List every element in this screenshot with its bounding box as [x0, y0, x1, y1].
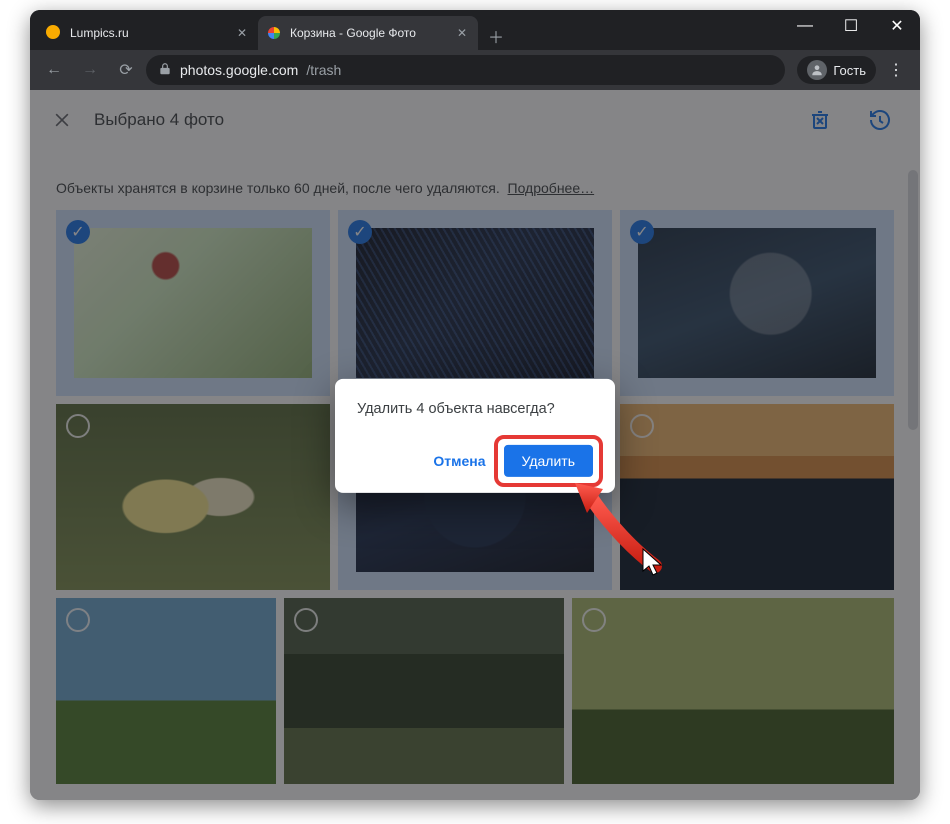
tab-label: Lumpics.ru [70, 26, 226, 40]
titlebar: Lumpics.ru ✕ Корзина - Google Фото ✕ [30, 10, 920, 50]
tab-close-icon[interactable]: ✕ [454, 25, 470, 41]
cancel-button[interactable]: Отмена [429, 445, 489, 477]
nav-forward-button[interactable]: → [74, 54, 106, 86]
address-bar: ← → ⟳ photos.google.com/trash Гость ⋮ [30, 50, 920, 90]
window-maximize-button[interactable]: ☐ [828, 10, 874, 42]
nav-back-button[interactable]: ← [38, 54, 70, 86]
url-path: /trash [306, 62, 341, 78]
tab-label: Корзина - Google Фото [290, 26, 446, 40]
annotation-arrow [565, 471, 685, 581]
profile-chip[interactable]: Гость [797, 56, 876, 84]
window-minimize-button[interactable]: — [782, 10, 828, 42]
tab-close-icon[interactable]: ✕ [234, 25, 250, 41]
browser-window: Lumpics.ru ✕ Корзина - Google Фото ✕ [30, 10, 920, 800]
window-close-button[interactable]: ✕ [874, 10, 920, 42]
window-controls: — ☐ ✕ [782, 10, 920, 50]
nav-reload-button[interactable]: ⟳ [110, 54, 142, 86]
browser-tab[interactable]: Lumpics.ru ✕ [38, 16, 258, 50]
lock-icon [158, 62, 172, 79]
url-host: photos.google.com [180, 62, 298, 78]
new-tab-button[interactable]: ＋ [482, 22, 510, 50]
favicon-google-photos [266, 25, 282, 41]
browser-tab[interactable]: Корзина - Google Фото ✕ [258, 16, 478, 50]
avatar-icon [807, 60, 827, 80]
favicon-lumpics [46, 25, 62, 41]
profile-label: Гость [833, 63, 866, 78]
omnibox[interactable]: photos.google.com/trash [146, 55, 785, 85]
browser-menu-button[interactable]: ⋮ [880, 54, 912, 86]
tab-strip: Lumpics.ru ✕ Корзина - Google Фото ✕ [30, 10, 510, 50]
page-content: Выбрано 4 фото Объекты хранятся в корзин… [30, 90, 920, 800]
dialog-question: Удалить 4 объекта навсегда? [357, 401, 593, 417]
